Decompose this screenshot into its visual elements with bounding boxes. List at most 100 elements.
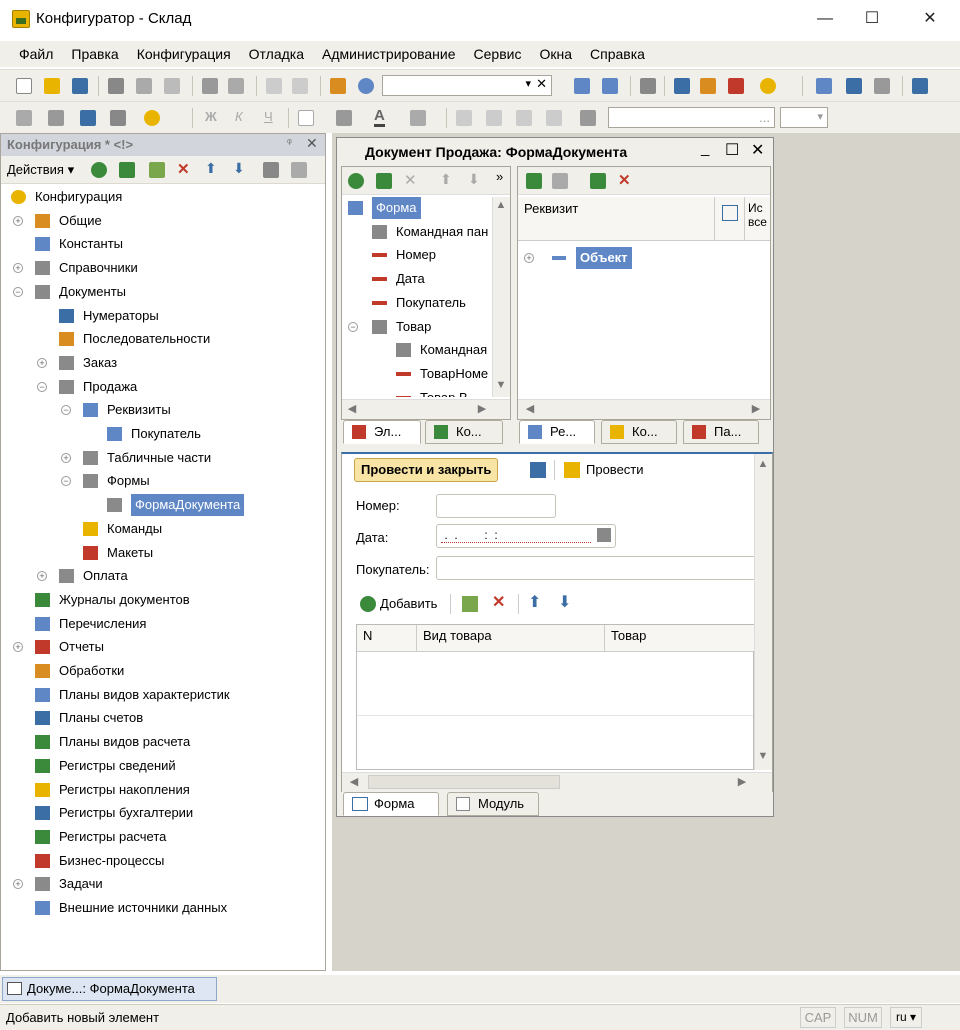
table-copy-icon[interactable]: [462, 596, 478, 612]
tree-item[interactable]: Команды: [1, 518, 321, 540]
tree-item[interactable]: + Справочники: [1, 257, 321, 279]
attr-edit-icon[interactable]: [590, 173, 606, 189]
tree-item[interactable]: Бизнес-процессы: [1, 850, 321, 872]
windows-icon[interactable]: [640, 78, 656, 94]
tree-item[interactable]: Покупатель: [1, 423, 321, 445]
tree-expander-icon[interactable]: +: [37, 571, 47, 582]
post-and-close-button[interactable]: Провести и закрыть: [354, 458, 499, 482]
number-field[interactable]: [436, 494, 556, 518]
el-up-icon[interactable]: ⬆: [440, 171, 452, 188]
info-icon[interactable]: [760, 78, 776, 94]
paste-icon[interactable]: [164, 78, 180, 94]
table-down-icon[interactable]: ⬇: [558, 592, 571, 612]
tree-item[interactable]: − Документы: [1, 281, 321, 303]
font-size-combo[interactable]: ▾: [780, 107, 828, 128]
pin-icon[interactable]: ᵠ: [287, 137, 292, 149]
attr-col-requisite[interactable]: Реквизит: [524, 201, 578, 216]
tab-form-commands[interactable]: Ко...: [601, 420, 677, 444]
move-up-icon[interactable]: ⬆: [205, 160, 217, 177]
el-down-icon[interactable]: ⬇: [468, 171, 480, 188]
column-goods[interactable]: Товар: [605, 625, 755, 651]
highlight-icon[interactable]: [410, 110, 426, 126]
text-color-icon[interactable]: A: [374, 107, 385, 127]
menu-windows[interactable]: Окна: [530, 41, 581, 67]
menu-edit[interactable]: Правка: [62, 41, 127, 67]
tree-expander-icon[interactable]: −: [348, 321, 358, 332]
repository-icon[interactable]: [874, 78, 890, 94]
buyer-field[interactable]: [436, 556, 756, 580]
preview-hscroll[interactable]: ◀ ▶: [342, 772, 772, 792]
el-more-icon[interactable]: »: [496, 169, 503, 184]
print-icon[interactable]: [202, 78, 218, 94]
tree-item[interactable]: Перечисления: [1, 613, 321, 635]
language-indicator[interactable]: ru ▾: [890, 1007, 922, 1028]
tree-expander-icon[interactable]: −: [61, 476, 71, 487]
menu-file[interactable]: Файл: [10, 41, 62, 67]
tree-expander-icon[interactable]: +: [13, 879, 23, 890]
align-right-icon[interactable]: [516, 110, 532, 126]
tree-expander-icon[interactable]: −: [13, 286, 23, 297]
delete-icon[interactable]: ✕: [177, 160, 190, 178]
tree-item[interactable]: Регистры сведений: [1, 755, 321, 777]
new-icon[interactable]: [16, 78, 32, 94]
tree-item[interactable]: Константы: [1, 233, 321, 255]
add-icon[interactable]: [91, 162, 107, 178]
compare-icon[interactable]: [816, 78, 832, 94]
el-add-icon[interactable]: [348, 173, 364, 189]
attr-add-icon[interactable]: [526, 173, 542, 189]
tree-item[interactable]: Нумераторы: [1, 305, 321, 327]
tree-expander-icon[interactable]: +: [13, 263, 23, 274]
undo-icon[interactable]: [266, 78, 282, 94]
minimize-button[interactable]: —: [805, 8, 845, 30]
module-icon[interactable]: [16, 110, 32, 126]
tab-elements[interactable]: Эл...: [343, 420, 421, 444]
form-close-button[interactable]: ✕: [751, 140, 764, 160]
taskbar-item[interactable]: Докуме...: ФормаДокумента: [2, 977, 217, 1001]
help-icon[interactable]: [700, 78, 716, 94]
tab-attributes[interactable]: Ре...: [519, 420, 595, 444]
underline-icon[interactable]: Ч: [264, 109, 273, 124]
el-delete-icon[interactable]: ✕: [404, 171, 417, 189]
find-next-icon[interactable]: [574, 78, 590, 94]
cut-icon[interactable]: [108, 78, 124, 94]
panel-close-icon[interactable]: ✕: [306, 135, 318, 152]
tab-module[interactable]: Модуль: [447, 792, 539, 816]
align-justify-icon[interactable]: [546, 110, 562, 126]
font-combo[interactable]: ...: [608, 107, 775, 128]
menu-configuration[interactable]: Конфигурация: [128, 41, 240, 67]
date-field[interactable]: . . : :: [436, 524, 616, 548]
open-icon[interactable]: [44, 78, 60, 94]
menu-service[interactable]: Сервис: [465, 41, 531, 67]
panel-icon[interactable]: [110, 110, 126, 126]
maximize-button[interactable]: ☐: [852, 8, 892, 30]
tree-item[interactable]: + Табличные части: [1, 447, 321, 469]
italic-icon[interactable]: К: [235, 109, 243, 124]
tree-expander-icon[interactable]: +: [37, 357, 47, 368]
copy-icon[interactable]: [136, 78, 152, 94]
print-preview-icon[interactable]: [228, 78, 244, 94]
tree-item[interactable]: Последовательности: [1, 328, 321, 350]
close-button[interactable]: ✕: [910, 8, 950, 30]
tree-item[interactable]: + Отчеты: [1, 636, 321, 658]
elements-hscroll[interactable]: ◀ ▶: [342, 399, 510, 419]
tree-item[interactable]: Журналы документов: [1, 589, 321, 611]
tree-expander-icon[interactable]: +: [61, 452, 71, 463]
align-left-icon[interactable]: [456, 110, 472, 126]
attr-col-use[interactable]: Ис все: [748, 201, 770, 229]
column-goods-type[interactable]: Вид товара: [417, 625, 605, 651]
bold-icon[interactable]: Ж: [205, 109, 217, 124]
run-debug-icon[interactable]: [144, 110, 160, 126]
db-update-icon[interactable]: [80, 110, 96, 126]
find-icon[interactable]: [330, 78, 346, 94]
tree-item[interactable]: + Заказ: [1, 352, 321, 374]
tree-expander-icon[interactable]: −: [37, 381, 47, 392]
save-form-icon[interactable]: [530, 462, 546, 478]
attr-delete-icon[interactable]: ✕: [618, 171, 631, 189]
calendar-icon[interactable]: [597, 528, 611, 542]
tree-item[interactable]: Обработки: [1, 660, 321, 682]
elements-scrollbar[interactable]: ▲ ▼: [492, 197, 510, 397]
tree-item[interactable]: − Формы: [1, 470, 321, 492]
edit-icon[interactable]: [119, 162, 135, 178]
sort-icon[interactable]: [263, 162, 279, 178]
tree-expander-icon[interactable]: +: [13, 642, 23, 653]
